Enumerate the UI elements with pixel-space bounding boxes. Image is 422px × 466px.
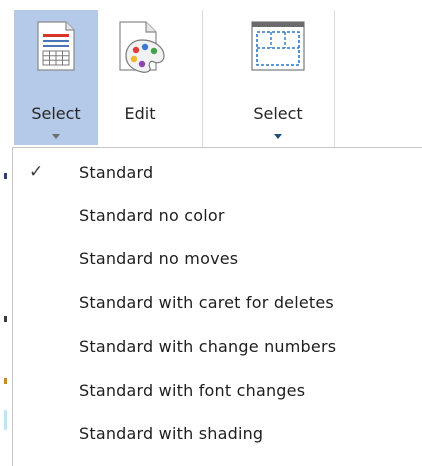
selection-grid-icon (250, 18, 306, 74)
app-window: Select Edit Select ✓ Standard Standard n… (0, 0, 422, 466)
ribbon-group-separator (202, 10, 203, 148)
menu-item-label: Standard with caret for deletes (79, 293, 334, 312)
menu-item-standard-change-numbers[interactable]: Standard with change numbers (13, 326, 422, 368)
menu-item-standard[interactable]: ✓ Standard (13, 152, 422, 194)
menu-item-label: Standard no moves (79, 249, 239, 268)
select-markup-button[interactable]: Select (14, 10, 98, 145)
menu-item-standard-caret-deletes[interactable]: Standard with caret for deletes (13, 282, 422, 324)
ribbon-group-separator (334, 10, 335, 148)
document-table-icon (28, 18, 84, 74)
menu-item-standard-no-color[interactable]: Standard no color (13, 195, 422, 237)
checkmark-icon: ✓ (29, 162, 44, 182)
background-edge-mark (4, 316, 7, 322)
chevron-down-icon (52, 134, 60, 139)
menu-item-standard-font-changes[interactable]: Standard with font changes (13, 370, 422, 412)
select-area-button[interactable]: Select (236, 10, 320, 145)
menu-item-label: Standard with font changes (79, 381, 306, 400)
chevron-down-icon (274, 134, 282, 139)
background-edge-mark (4, 410, 7, 430)
palette-document-icon (112, 18, 168, 74)
menu-item-standard-shading[interactable]: Standard with shading (13, 413, 422, 455)
menu-item-label: Standard with shading (79, 424, 264, 443)
edit-label: Edit (124, 104, 156, 123)
background-edge-mark (4, 378, 7, 384)
select-area-label: Select (253, 104, 303, 123)
menu-item-standard-no-moves[interactable]: Standard no moves (13, 238, 422, 280)
menu-item-label: Standard no color (79, 206, 225, 225)
ribbon: Select Edit Select (0, 0, 422, 150)
markup-style-dropdown-menu: ✓ Standard Standard no color Standard no… (12, 147, 422, 466)
menu-item-label: Standard with change numbers (79, 337, 337, 356)
menu-item-label: Standard (79, 163, 154, 182)
select-markup-label: Select (31, 104, 81, 123)
edit-style-button[interactable]: Edit (100, 10, 180, 145)
background-edge-mark (4, 173, 7, 179)
